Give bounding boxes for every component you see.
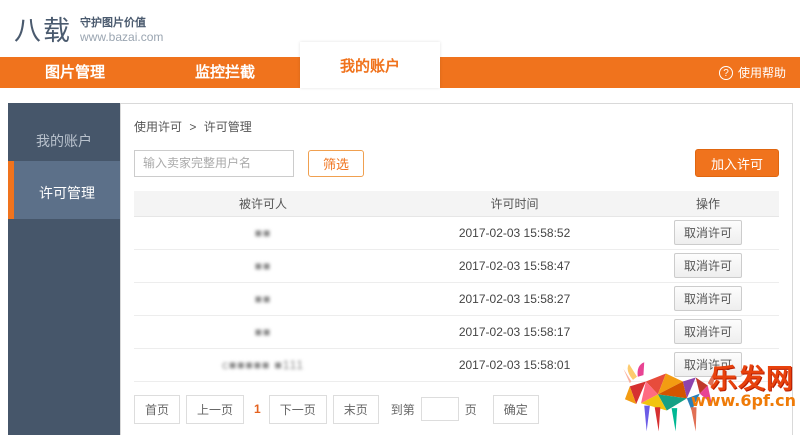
prev-page-button[interactable]: 上一页	[186, 395, 244, 424]
filter-row: 筛选 加入许可	[134, 149, 779, 177]
header-licensee: 被许可人	[134, 191, 392, 216]
add-license-button[interactable]: 加入许可	[695, 149, 779, 177]
breadcrumb: 使用许可 > 许可管理	[134, 104, 779, 145]
cancel-license-button[interactable]: 取消许可	[674, 319, 742, 344]
goto-page-input[interactable]	[421, 397, 459, 421]
brand-tagline: 守护图片价值	[80, 14, 163, 30]
table-row: ■■ 2017-02-03 15:58:17 取消许可	[134, 315, 779, 348]
licensee-name: ■■	[255, 259, 272, 273]
filter-button[interactable]: 筛选	[308, 150, 364, 177]
goto-confirm-button[interactable]: 确定	[493, 395, 539, 424]
breadcrumb-parent[interactable]: 使用许可	[134, 120, 182, 134]
question-circle-icon: ?	[719, 66, 733, 80]
cancel-license-button[interactable]: 取消许可	[674, 220, 742, 245]
main-panel: 使用许可 > 许可管理 筛选 加入许可 被许可人 许可时间 操作 ■■	[120, 103, 793, 435]
table-row: ■■ 2017-02-03 15:58:47 取消许可	[134, 249, 779, 282]
cancel-license-button[interactable]: 取消许可	[674, 253, 742, 278]
table-row: c■■■■■ ■111 2017-02-03 15:58:01 取消许可	[134, 348, 779, 381]
next-page-button[interactable]: 下一页	[269, 395, 327, 424]
sidebar-item-license-management[interactable]: 许可管理	[8, 161, 120, 219]
header-time: 许可时间	[392, 191, 637, 216]
table-header-row: 被许可人 许可时间 操作	[134, 191, 779, 216]
seller-username-input[interactable]	[134, 150, 294, 177]
goto-prefix-label: 到第	[391, 401, 415, 418]
current-page-number: 1	[254, 402, 261, 416]
sidebar-item-my-account[interactable]: 我的账户	[8, 113, 120, 161]
breadcrumb-current: 许可管理	[204, 120, 252, 134]
first-page-button[interactable]: 首页	[134, 395, 180, 424]
licensee-name: ■■	[255, 226, 272, 240]
help-label: 使用帮助	[738, 64, 786, 81]
page: 八载 守护图片价值 www.bazai.com 图片管理 监控拦截 我的账户 ?…	[0, 0, 800, 435]
license-time: 2017-02-03 15:58:27	[392, 282, 637, 315]
tab-my-account[interactable]: 我的账户	[300, 42, 440, 88]
brand-logo: 八载	[14, 9, 72, 48]
license-time: 2017-02-03 15:58:17	[392, 315, 637, 348]
license-table-body: ■■ 2017-02-03 15:58:52 取消许可 ■■ 2017-02-0…	[134, 216, 779, 381]
brand-sub: 守护图片价值 www.bazai.com	[80, 14, 163, 44]
sidebar: 我的账户 许可管理	[8, 103, 120, 435]
table-row: ■■ 2017-02-03 15:58:52 取消许可	[134, 216, 779, 249]
brand-url: www.bazai.com	[80, 30, 163, 44]
license-time: 2017-02-03 15:58:52	[392, 216, 637, 249]
breadcrumb-separator: >	[189, 120, 196, 134]
cancel-license-button[interactable]: 取消许可	[674, 352, 742, 377]
main-nav: 图片管理 监控拦截 我的账户 ? 使用帮助	[0, 57, 800, 88]
last-page-button[interactable]: 末页	[333, 395, 379, 424]
help-link[interactable]: ? 使用帮助	[719, 57, 786, 88]
license-time: 2017-02-03 15:58:47	[392, 249, 637, 282]
licensee-name: ■■	[255, 325, 272, 339]
licensee-name: c■■■■■ ■111	[222, 358, 304, 372]
content: 我的账户 许可管理 使用许可 > 许可管理 筛选 加入许可 被许可人 许可时间	[0, 103, 800, 435]
tab-image-management[interactable]: 图片管理	[0, 57, 150, 88]
header-operation: 操作	[637, 191, 779, 216]
license-time: 2017-02-03 15:58:01	[392, 348, 637, 381]
licensee-name: ■■	[255, 292, 272, 306]
cancel-license-button[interactable]: 取消许可	[674, 286, 742, 311]
tab-monitor-intercept[interactable]: 监控拦截	[150, 57, 300, 88]
table-row: ■■ 2017-02-03 15:58:27 取消许可	[134, 282, 779, 315]
pagination: 首页 上一页 1 下一页 末页 到第 页 确定	[134, 395, 779, 424]
goto-suffix-label: 页	[465, 401, 477, 418]
license-table: 被许可人 许可时间 操作 ■■ 2017-02-03 15:58:52 取消许可…	[134, 191, 779, 382]
